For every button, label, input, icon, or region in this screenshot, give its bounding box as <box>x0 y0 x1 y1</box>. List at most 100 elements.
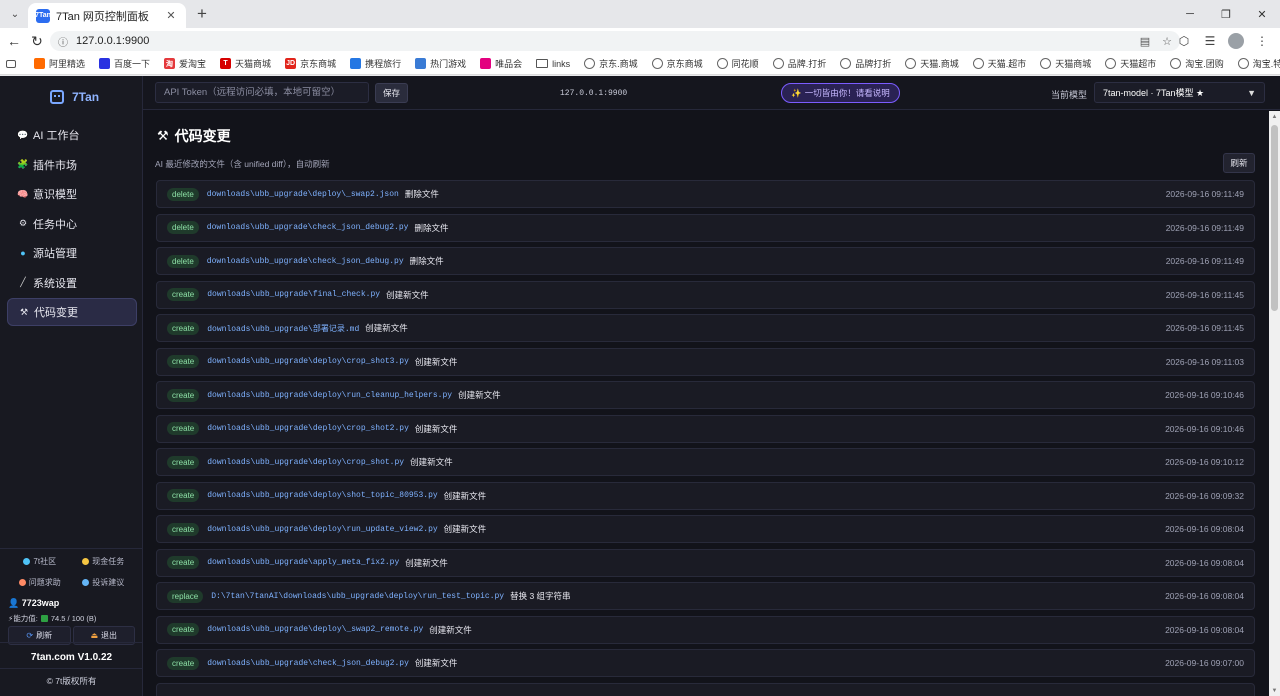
change-row[interactable]: delete downloads\ubb_upgrade\check_json_d… <box>156 247 1255 275</box>
model-select[interactable]: 7tan-model · 7Tan模型 ★ ▼ <box>1094 82 1265 103</box>
user-name: 👤 7723wap <box>8 598 135 611</box>
change-time: 2026-09-16 09:08:04 <box>1165 624 1244 635</box>
menu-icon[interactable]: ⋮ <box>1252 31 1272 51</box>
bookmark-item[interactable]: links <box>536 59 570 69</box>
site-info-icon[interactable]: ⓘ <box>58 34 68 49</box>
avatar[interactable] <box>1226 31 1246 51</box>
sidebar-item-7[interactable]: ⚒ 代码变更 <box>7 298 137 326</box>
bookmark-item[interactable]: 淘宝.团购 <box>1170 57 1224 70</box>
bookmark-item[interactable]: 京东商城 <box>651 57 703 70</box>
change-row[interactable]: create downloads\ubb_upgrade\final_check.… <box>156 280 1255 309</box>
bookmark-star-icon[interactable]: ☆ <box>1162 35 1172 48</box>
sidebar-item-6[interactable]: ╱ 系统设置 <box>7 269 137 297</box>
action-badge: replace <box>167 589 204 603</box>
action-badge: create <box>167 556 200 569</box>
change-row[interactable]: replace D:\7tan\7tanAI\downloads\ubb_upgr… <box>156 582 1255 610</box>
api-token-input[interactable] <box>155 82 369 103</box>
change-row[interactable]: create downloads\ubb_upgrade\deploy\crop_… <box>156 448 1255 476</box>
bookmark-item[interactable]: 阿里精选 <box>34 57 85 70</box>
bookmark-item[interactable]: 同花顺 <box>716 57 759 70</box>
sidebar-item-2[interactable]: 🧩 插件市场 <box>7 151 137 179</box>
close-window-icon[interactable]: ✕ <box>1244 0 1280 28</box>
bookmark-item[interactable]: 天猫超市 <box>1105 57 1156 70</box>
tools-icon: ⚒ <box>157 128 169 143</box>
file-path: downloads\ubb_upgrade\deploy\_swap2_remo… <box>207 625 424 634</box>
action-badge: create <box>167 522 200 536</box>
action-badge: create <box>167 455 200 469</box>
scrollbar[interactable]: ▲ ▼ <box>1269 111 1280 696</box>
bookmark-item[interactable]: 京东.商城 <box>584 57 638 70</box>
sidebar-item-label: AI 工作台 <box>33 130 80 142</box>
scroll-down-icon[interactable]: ▼ <box>1269 685 1280 696</box>
sidebar-link[interactable]: 投诉建议 <box>72 572 136 593</box>
change-row[interactable]: create downloads\ubb_upgrade\deploy\shot_… <box>156 481 1255 510</box>
bookmark-item[interactable]: 携程旅行 <box>350 57 401 70</box>
sidebar-item-3[interactable]: 🧠 意识模型 <box>7 180 137 208</box>
bookmark-item[interactable]: 天猫.商城 <box>905 57 959 70</box>
extensions-icon[interactable]: ⬡ <box>1174 31 1194 51</box>
change-time: 2026-09-16 09:11:49 <box>1165 222 1244 233</box>
tab-close-icon[interactable]: ✕ <box>164 9 178 22</box>
toolbar-actions: ⬡ ☰ ⋮ <box>1174 31 1272 51</box>
back-icon[interactable]: ← <box>4 31 24 51</box>
scrollbar-thumb[interactable] <box>1271 125 1278 311</box>
restore-icon[interactable]: ❐ <box>1208 0 1244 28</box>
sidebar-item-4[interactable]: ⚙ 任务中心 <box>7 210 137 238</box>
file-path: D:\7tan\7tanAI\downloads\ubb_upgrade\dep… <box>211 591 505 601</box>
change-row[interactable]: create downloads\ubb_upgrade\check_json_d… <box>156 649 1255 677</box>
scroll-up-icon[interactable]: ▲ <box>1269 111 1280 122</box>
bookmark-item[interactable]: 淘爱淘宝 <box>164 57 206 70</box>
bookmark-label: 淘宝.团购 <box>1185 59 1224 69</box>
change-desc: 删除文件 <box>414 222 449 233</box>
refresh-button[interactable]: 刷新 <box>1223 153 1255 173</box>
action-badge: create <box>167 355 200 368</box>
sidebar-item-1[interactable]: 💬 AI 工作台 <box>7 121 137 149</box>
change-row[interactable]: create downloads\ubb_upgrade\deploy\crop_… <box>156 414 1255 443</box>
change-row[interactable]: delete downloads\ubb_upgrade\deploy\_swap… <box>156 180 1255 208</box>
file-path: downloads\ubb_upgrade\deploy\run_cleanup… <box>207 390 453 400</box>
bookmark-item[interactable]: 唯品会 <box>480 57 522 70</box>
bookmark-item[interactable]: T 天猫商城 <box>220 57 271 70</box>
bookmark-item[interactable]: 品牌.打折 <box>772 57 826 70</box>
notice-button[interactable]: ✨ 一切皆由你！请看说明 <box>781 83 900 103</box>
bookmark-item[interactable]: 百度一下 <box>99 57 150 70</box>
change-row[interactable]: delete downloads\ubb_upgrade\check_json_d… <box>156 213 1255 242</box>
bookmark-item[interactable]: 热门游戏 <box>415 57 466 70</box>
browser-tab[interactable]: 7Tan 7Tan 网页控制面板 ✕ <box>28 3 186 28</box>
sidebar-item-label: 意识模型 <box>33 189 77 201</box>
minimize-icon[interactable]: ─ <box>1172 0 1208 28</box>
change-row[interactable]: create downloads\ubb_upgrade\deploy\crop_… <box>156 347 1255 376</box>
change-row[interactable]: create downloads\ubb_upgrade\deploy\run_u… <box>156 515 1255 543</box>
new-tab-button[interactable]: + <box>192 4 212 24</box>
bookmark-item[interactable]: 天猫商城 <box>1040 57 1091 70</box>
action-badge: create <box>167 489 200 502</box>
folder-icon <box>536 59 549 68</box>
sidebar-nav: 💬 AI 工作台 🧩 插件市场 🧠 意识模型 ⚙ 任务中心 ● 源站管理 ╱ 系统设置 ⚒ 代码变更 <box>7 121 137 328</box>
change-row[interactable]: create downloads\ubb_upgrade\apply_meta_f… <box>156 548 1255 577</box>
tab-search-button[interactable]: ⌄ <box>6 6 24 22</box>
sidebar-link[interactable]: 现金任务 <box>72 551 136 572</box>
sidebar-item-5[interactable]: ● 源站管理 <box>7 239 137 267</box>
reader-icon[interactable]: ▤ <box>1140 35 1150 48</box>
sidebar-link[interactable]: 7t社区 <box>8 551 72 572</box>
change-row[interactable]: create downloads\ubb_upgrade\deploy\run_c… <box>156 381 1255 409</box>
chat-icon: 💬 <box>17 129 29 140</box>
sidebar-link[interactable]: 问题求助 <box>8 572 72 593</box>
bookmark-item[interactable]: 天猫.超市 <box>972 57 1026 70</box>
bookmark-item[interactable]: 淘宝.特惠 <box>1237 57 1280 70</box>
change-row[interactable]: create downloads\ubb_upgrade\部署记录.md 创建新文件… <box>156 314 1255 342</box>
bookmark-apps-icon[interactable] <box>6 59 20 68</box>
bookmark-item[interactable]: 品牌打折 <box>840 57 891 70</box>
sidebar-footer: 7t社区 现金任务 问题求助 投诉建议 👤 7723wap ⚡ 能力值: 74.5 /… <box>0 548 143 645</box>
url-text[interactable]: 127.0.0.1:9900 <box>76 35 1128 47</box>
power-value: 74.5 / 100 (B) <box>50 613 97 623</box>
logo[interactable]: 7Tan <box>50 90 99 104</box>
bookmarks-icon[interactable]: ☰ <box>1200 31 1220 51</box>
bookmark-item[interactable]: JD 京东商城 <box>285 57 336 70</box>
save-token-button[interactable]: 保存 <box>375 83 408 103</box>
address-bar[interactable]: ⓘ 127.0.0.1:9900 ▤ ☆ <box>50 31 1180 51</box>
change-row[interactable] <box>156 682 1255 696</box>
reload-icon[interactable]: ↻ <box>27 31 47 51</box>
change-time: 2026-09-16 09:10:46 <box>1165 390 1244 400</box>
change-row[interactable]: create downloads\ubb_upgrade\deploy\_swap… <box>156 615 1255 644</box>
